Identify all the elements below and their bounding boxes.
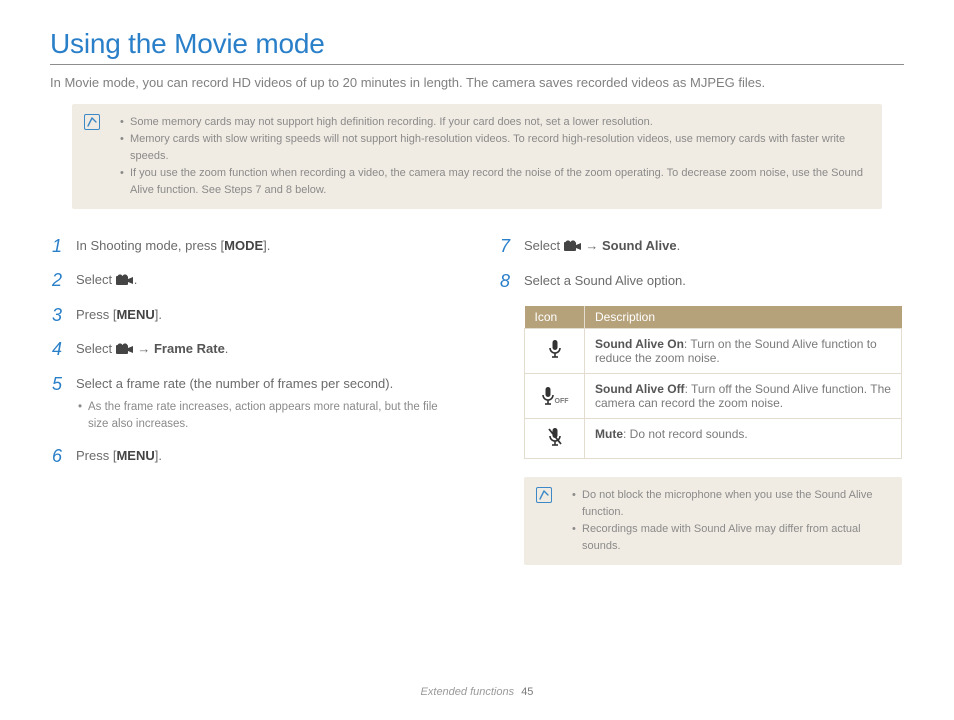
step-text: Select bbox=[76, 272, 116, 287]
sound-alive-table: Icon Description Sound Alive On: Turn on… bbox=[524, 306, 902, 459]
step-4: 4 Select → Frame Rate. bbox=[52, 340, 454, 361]
sound-alive-label: Sound Alive bbox=[602, 238, 677, 253]
step-subtext: As the frame rate increases, action appe… bbox=[76, 399, 454, 432]
table-row: Mute: Do not record sounds. bbox=[525, 418, 902, 458]
table-header-icon: Icon bbox=[525, 306, 585, 329]
table-row: OFF Sound Alive Off: Turn off the Sound … bbox=[525, 373, 902, 418]
mic-on-icon bbox=[525, 328, 585, 373]
step-text: In Shooting mode, press [ bbox=[76, 238, 224, 253]
video-icon bbox=[116, 273, 134, 292]
step-2: 2 Select . bbox=[52, 271, 454, 292]
step-number: 7 bbox=[500, 237, 524, 257]
bottom-note-item: Recordings made with Sound Alive may dif… bbox=[572, 521, 886, 555]
page-footer: Extended functions 45 bbox=[0, 686, 954, 698]
step-7: 7 Select → Sound Alive. bbox=[500, 237, 902, 258]
step-text: Select a Sound Alive option. bbox=[524, 272, 902, 291]
step-number: 6 bbox=[52, 447, 76, 467]
top-note-item: Memory cards with slow writing speeds wi… bbox=[120, 131, 866, 165]
footer-section: Extended functions bbox=[421, 686, 515, 698]
bottom-note-box: Do not block the microphone when you use… bbox=[524, 477, 902, 565]
step-text: Select bbox=[524, 238, 564, 253]
cell-bold: Sound Alive Off bbox=[595, 382, 685, 396]
step-1: 1 In Shooting mode, press [MODE]. bbox=[52, 237, 454, 257]
left-column: 1 In Shooting mode, press [MODE]. 2 Sele… bbox=[52, 237, 454, 593]
step-text: ]. bbox=[155, 448, 162, 463]
table-row: Sound Alive On: Turn on the Sound Alive … bbox=[525, 328, 902, 373]
top-note-item: If you use the zoom function when record… bbox=[120, 165, 866, 199]
right-column: 7 Select → Sound Alive. 8 Select a Sound… bbox=[500, 237, 902, 593]
step-number: 8 bbox=[500, 272, 524, 292]
top-note-item: Some memory cards may not support high d… bbox=[120, 114, 866, 131]
mic-mute-icon bbox=[525, 418, 585, 458]
step-text: ]. bbox=[263, 238, 270, 253]
video-icon bbox=[564, 239, 582, 258]
menu-button-label: MENU bbox=[116, 307, 154, 322]
step-text: Press [ bbox=[76, 448, 116, 463]
arrow-text: → bbox=[582, 238, 602, 253]
step-number: 2 bbox=[52, 271, 76, 291]
step-number: 3 bbox=[52, 306, 76, 326]
note-icon bbox=[536, 487, 552, 503]
step-text: Press [ bbox=[76, 307, 116, 322]
step-6: 6 Press [MENU]. bbox=[52, 447, 454, 467]
step-number: 4 bbox=[52, 340, 76, 360]
top-note-box: Some memory cards may not support high d… bbox=[72, 104, 882, 209]
step-5: 5 Select a frame rate (the number of fra… bbox=[52, 375, 454, 433]
note-icon bbox=[84, 114, 100, 130]
step-8: 8 Select a Sound Alive option. bbox=[500, 272, 902, 292]
video-icon bbox=[116, 342, 134, 361]
step-text: Select a frame rate (the number of frame… bbox=[76, 376, 393, 391]
footer-page-number: 45 bbox=[521, 686, 533, 698]
mic-off-subscript: OFF bbox=[555, 398, 569, 405]
mode-button-label: MODE bbox=[224, 238, 263, 253]
cell-bold: Mute bbox=[595, 427, 623, 441]
cell-text: : Do not record sounds. bbox=[623, 427, 748, 441]
step-text: ]. bbox=[155, 307, 162, 322]
step-number: 1 bbox=[52, 237, 76, 257]
step-3: 3 Press [MENU]. bbox=[52, 306, 454, 326]
bottom-note-item: Do not block the microphone when you use… bbox=[572, 487, 886, 521]
table-header-desc: Description bbox=[585, 306, 902, 329]
frame-rate-label: Frame Rate bbox=[154, 341, 225, 356]
step-text: Select bbox=[76, 341, 116, 356]
step-number: 5 bbox=[52, 375, 76, 395]
arrow-text: → bbox=[134, 341, 154, 356]
mic-off-icon: OFF bbox=[525, 373, 585, 418]
intro-text: In Movie mode, you can record HD videos … bbox=[50, 75, 904, 90]
menu-button-label: MENU bbox=[116, 448, 154, 463]
cell-bold: Sound Alive On bbox=[595, 337, 684, 351]
page-title: Using the Movie mode bbox=[50, 28, 904, 65]
